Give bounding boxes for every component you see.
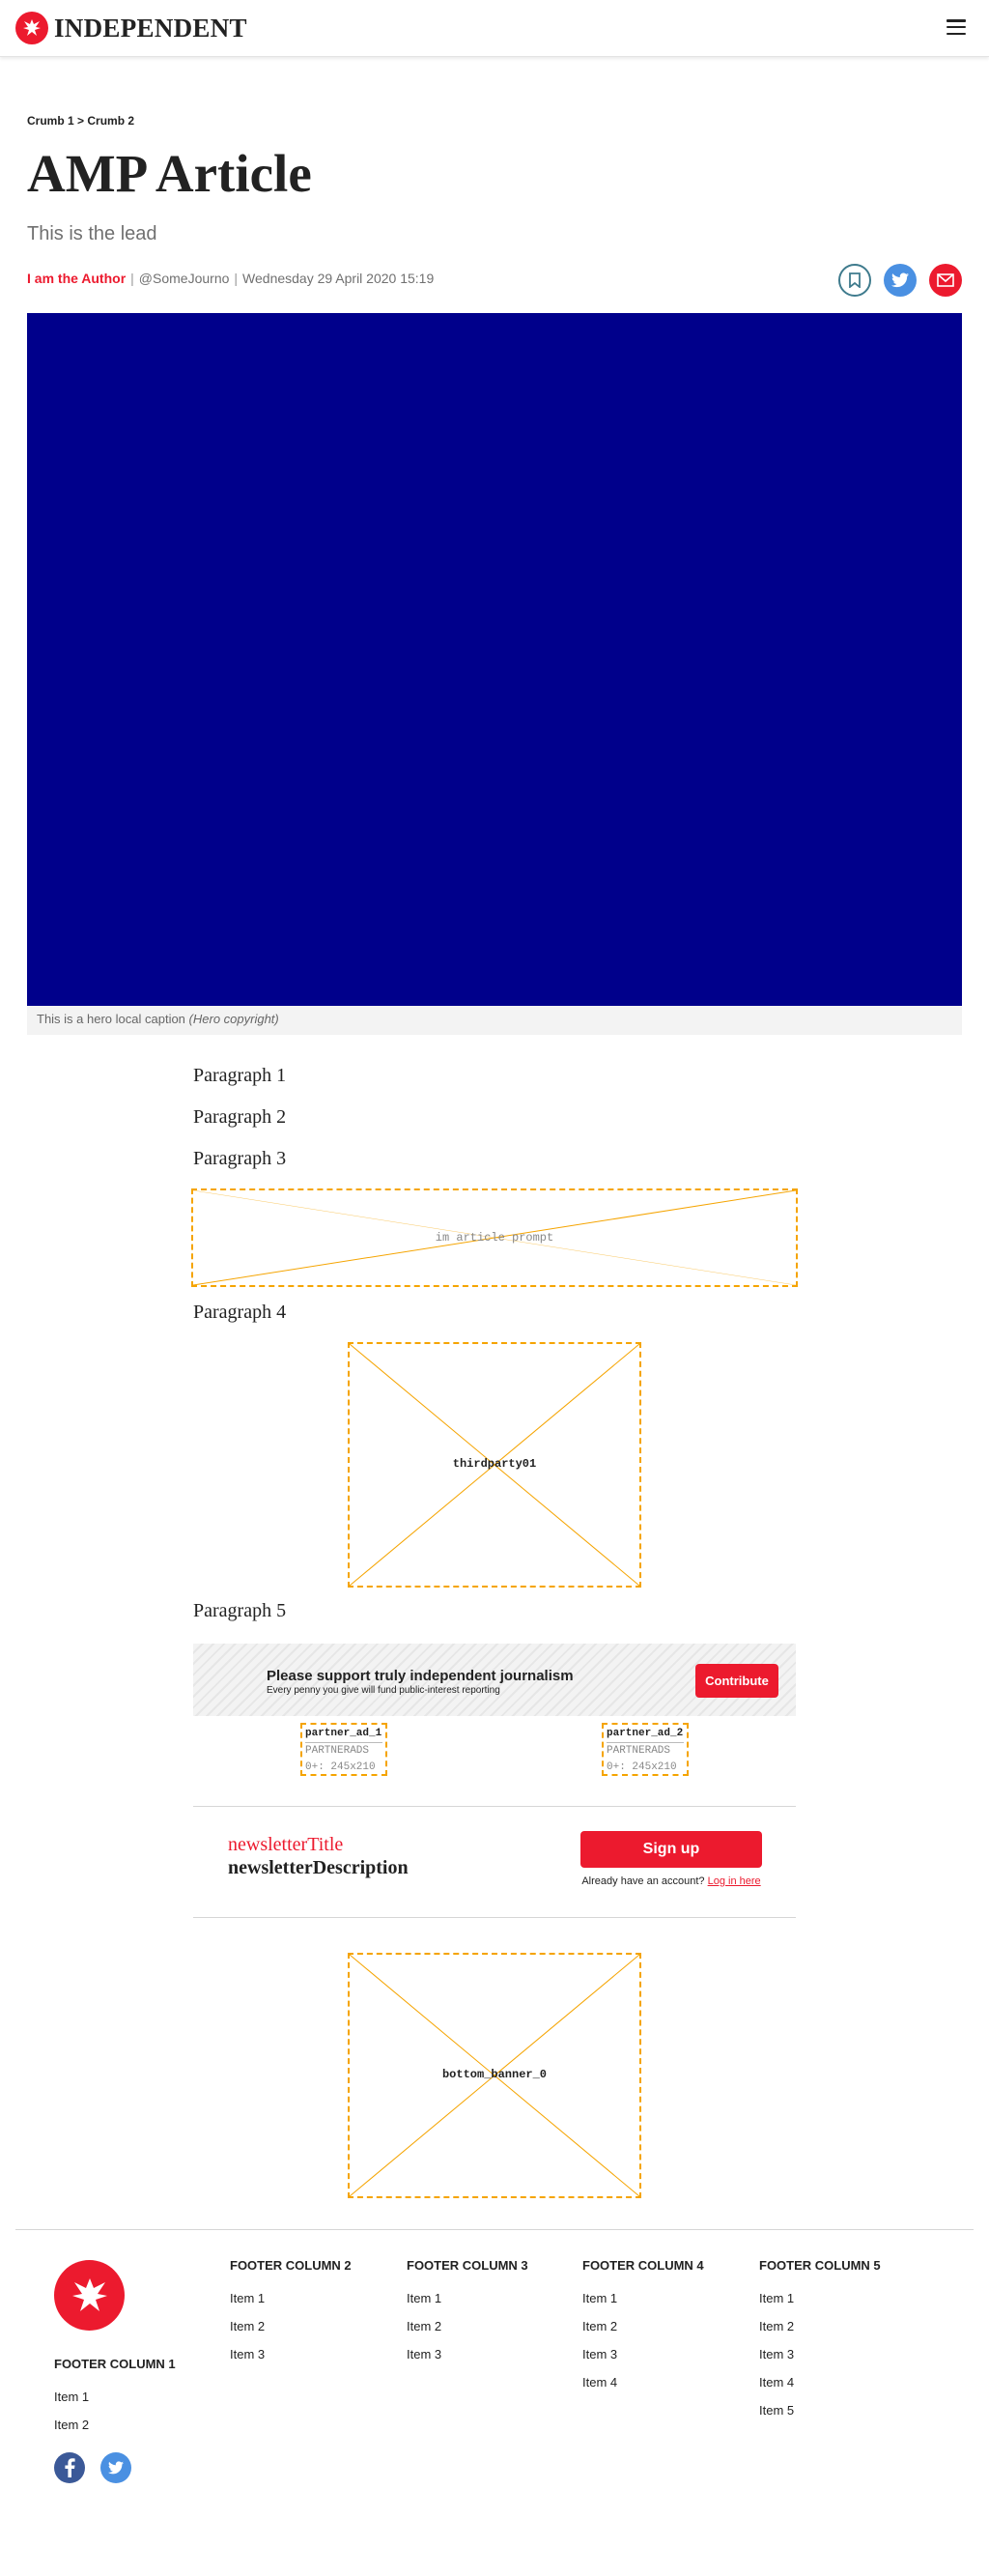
ad-label: bottom_banner_0	[441, 2068, 548, 2081]
footer-link[interactable]: Item 1	[407, 2284, 528, 2312]
paragraph: Paragraph 4	[193, 1302, 287, 1323]
bookmark-icon[interactable]	[838, 264, 871, 297]
footer-column: FOOTER COLUMN 4 Item 1 Item 2 Item 3 Ite…	[582, 2256, 704, 2396]
footer-column: FOOTER COLUMN 1 Item 1 Item 2	[54, 2355, 176, 2439]
footer-divider	[15, 2229, 974, 2230]
paragraph: Paragraph 3	[193, 1148, 287, 1169]
login-link[interactable]: Log in here	[708, 1875, 761, 1887]
footer-column-title: FOOTER COLUMN 3	[407, 2258, 528, 2273]
breadcrumb-item[interactable]: Crumb 1	[27, 114, 74, 128]
footer-column-title: FOOTER COLUMN 1	[54, 2357, 176, 2371]
caption-text: This is a hero local caption	[37, 1012, 185, 1026]
author-link[interactable]: I am the Author	[27, 271, 126, 286]
divider	[193, 1917, 796, 1918]
footer-column-title: FOOTER COLUMN 2	[230, 2258, 352, 2273]
article-lead: This is the lead	[27, 223, 157, 244]
newsletter-title: newsletterTitle	[228, 1834, 344, 1855]
email-share-icon[interactable]	[929, 264, 962, 297]
footer-column-title: FOOTER COLUMN 5	[759, 2258, 881, 2273]
footer-link[interactable]: Item 1	[54, 2383, 176, 2411]
footer-link[interactable]: Item 1	[582, 2284, 704, 2312]
contribute-title: Please support truly independent journal…	[267, 1668, 574, 1684]
bottom-banner-ad-placeholder: bottom_banner_0	[348, 1953, 641, 2198]
eagle-icon	[15, 12, 48, 44]
ad-label: thirdparty01	[452, 1457, 537, 1471]
facebook-icon[interactable]	[54, 2452, 85, 2483]
login-prompt-text: Already have an account?	[581, 1875, 705, 1887]
paragraph: Paragraph 5	[193, 1600, 287, 1621]
publish-date: Wednesday 29 April 2020 15:19	[242, 271, 435, 286]
paragraph: Paragraph 1	[193, 1065, 287, 1086]
partner-ad-size: 0+: 245x210	[607, 1761, 677, 1773]
twitter-icon[interactable]	[100, 2452, 131, 2483]
footer-link[interactable]: Item 3	[759, 2340, 881, 2368]
thirdparty-ad-placeholder: thirdparty01	[348, 1342, 641, 1588]
footer-link[interactable]: Item 4	[759, 2368, 881, 2396]
signup-button[interactable]: Sign up	[580, 1831, 762, 1868]
eagle-icon[interactable]	[54, 2260, 125, 2331]
twitter-share-icon[interactable]	[884, 264, 917, 297]
footer-link[interactable]: Item 1	[230, 2284, 352, 2312]
share-bar	[838, 264, 962, 297]
partner-ad-name: partner_ad_1	[305, 1726, 382, 1743]
social-links	[54, 2452, 131, 2483]
caption-copyright: (Hero copyright)	[188, 1012, 279, 1026]
hero-caption: This is a hero local caption (Hero copyr…	[27, 1006, 962, 1035]
footer-link[interactable]: Item 2	[759, 2312, 881, 2340]
partner-ad-placeholder: partner_ad_1 PARTNERADS 0+: 245x210	[300, 1723, 387, 1776]
footer-link[interactable]: Item 1	[759, 2284, 881, 2312]
breadcrumb-item[interactable]: Crumb 2	[87, 114, 134, 128]
footer-link[interactable]: Item 2	[407, 2312, 528, 2340]
menu-icon[interactable]	[947, 19, 966, 35]
footer-link[interactable]: Item 5	[759, 2396, 881, 2424]
footer-link[interactable]: Item 2	[230, 2312, 352, 2340]
footer-link[interactable]: Item 3	[582, 2340, 704, 2368]
footer-column: FOOTER COLUMN 5 Item 1 Item 2 Item 3 Ite…	[759, 2256, 881, 2424]
contribute-button[interactable]: Contribute	[695, 1664, 778, 1698]
footer-link[interactable]: Item 4	[582, 2368, 704, 2396]
brand-name: INDEPENDENT	[54, 13, 247, 43]
hero-image	[27, 313, 962, 1006]
page-title: AMP Article	[27, 144, 312, 203]
partner-ad-network: PARTNERADS	[305, 1745, 370, 1757]
site-header: INDEPENDENT	[0, 0, 989, 57]
partner-ad-size: 0+: 245x210	[305, 1761, 376, 1773]
site-logo[interactable]: INDEPENDENT	[15, 12, 247, 44]
login-prompt: Already have an account? Log in here	[580, 1875, 762, 1887]
inarticle-ad-placeholder: im article prompt	[191, 1188, 798, 1287]
byline: I am the Author | @SomeJourno | Wednesday 29…	[27, 271, 435, 286]
newsletter-description: newsletterDescription	[228, 1857, 409, 1878]
footer-column: FOOTER COLUMN 3 Item 1 Item 2 Item 3	[407, 2256, 528, 2368]
partner-ad-name: partner_ad_2	[607, 1726, 684, 1743]
footer-column-title: FOOTER COLUMN 4	[582, 2258, 704, 2273]
footer-column: FOOTER COLUMN 2 Item 1 Item 2 Item 3	[230, 2256, 352, 2368]
breadcrumb: Crumb 1 > Crumb 2	[27, 114, 134, 128]
author-handle: @SomeJourno	[138, 271, 230, 286]
contribute-banner: Please support truly independent journal…	[193, 1644, 796, 1716]
footer-link[interactable]: Item 2	[582, 2312, 704, 2340]
breadcrumb-separator: >	[77, 114, 85, 128]
footer-link[interactable]: Item 2	[54, 2411, 176, 2439]
footer-link[interactable]: Item 3	[407, 2340, 528, 2368]
contribute-subtitle: Every penny you give will fund public-in…	[267, 1685, 500, 1696]
partner-ad-placeholder: partner_ad_2 PARTNERADS 0+: 245x210	[602, 1723, 689, 1776]
partner-ad-network: PARTNERADS	[607, 1745, 671, 1757]
footer-link[interactable]: Item 3	[230, 2340, 352, 2368]
divider	[193, 1806, 796, 1807]
ad-label: im article prompt	[435, 1231, 554, 1245]
paragraph: Paragraph 2	[193, 1106, 287, 1128]
